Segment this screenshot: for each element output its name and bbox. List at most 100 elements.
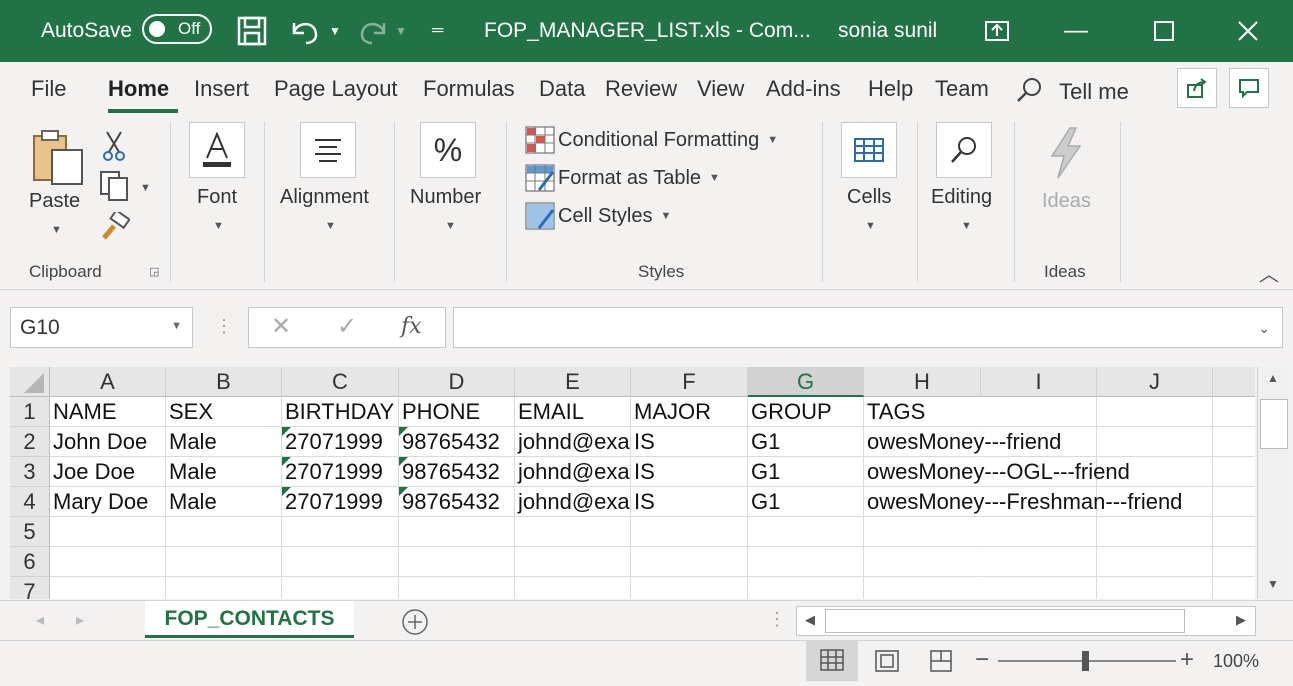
cell[interactable]: IS — [631, 487, 748, 517]
name-box-dropdown-icon[interactable]: ▼ — [171, 320, 182, 332]
horizontal-scroll-thumb[interactable] — [825, 609, 1185, 633]
spreadsheet-grid[interactable]: A B C D E F G H I J 1 NAME SEX BIRTHDAY PHONE EMAIL MAJO… — [10, 367, 1255, 599]
zoom-in-icon[interactable]: + — [1180, 646, 1194, 674]
cell[interactable] — [864, 547, 981, 577]
column-header-b[interactable]: B — [166, 367, 282, 397]
cell[interactable]: BIRTHDAY — [282, 397, 399, 427]
tab-splitter-icon[interactable]: ⋮ — [768, 609, 786, 630]
cell[interactable]: owesMoney---OGL---friend — [864, 457, 1130, 487]
column-header-f[interactable]: F — [631, 367, 748, 397]
cell[interactable]: owesMoney---Freshman---friend — [864, 487, 1182, 517]
select-all-corner[interactable] — [10, 367, 50, 397]
row-header[interactable]: 1 — [10, 397, 50, 427]
alignment-icon[interactable] — [300, 122, 356, 178]
copy-dropdown-icon[interactable]: ▼ — [140, 182, 151, 194]
cell[interactable] — [1097, 517, 1213, 547]
tab-formulas[interactable]: Formulas — [423, 76, 515, 102]
tab-review[interactable]: Review — [605, 76, 677, 102]
customize-toolbar-icon[interactable]: ═ — [432, 0, 443, 62]
cell[interactable] — [1097, 577, 1213, 599]
tab-data[interactable]: Data — [539, 76, 585, 102]
cell[interactable] — [1213, 577, 1255, 599]
close-icon[interactable] — [1237, 0, 1259, 62]
percent-icon[interactable]: % — [420, 122, 476, 178]
scroll-left-icon[interactable]: ◀ — [805, 612, 815, 628]
cell[interactable]: GROUP — [748, 397, 864, 427]
cell[interactable] — [1213, 547, 1255, 577]
page-break-view-icon[interactable] — [929, 650, 953, 677]
cell[interactable] — [1097, 547, 1213, 577]
vertical-scrollbar[interactable]: ▲ ▼ — [1257, 367, 1289, 599]
cells-button[interactable]: Cells — [847, 186, 891, 209]
column-header-e[interactable]: E — [515, 367, 631, 397]
cell[interactable] — [515, 577, 631, 599]
ribbon-display-options-icon[interactable] — [984, 0, 1010, 62]
column-header-d[interactable]: D — [399, 367, 515, 397]
column-header-k[interactable] — [1213, 367, 1255, 397]
alignment-button[interactable]: Alignment — [280, 186, 369, 209]
cell[interactable] — [981, 577, 1097, 599]
cell[interactable] — [631, 577, 748, 599]
tab-help[interactable]: Help — [868, 76, 913, 102]
cell[interactable] — [981, 517, 1097, 547]
cell[interactable] — [631, 547, 748, 577]
cell[interactable] — [1097, 397, 1213, 427]
cell[interactable]: 98765432 — [399, 457, 515, 487]
cells-dropdown-icon[interactable]: ▼ — [865, 220, 876, 232]
row-header[interactable]: 2 — [10, 427, 50, 457]
number-dropdown-icon[interactable]: ▼ — [445, 220, 456, 232]
cell[interactable] — [399, 577, 515, 599]
formula-input[interactable]: ⌄ — [453, 307, 1283, 348]
cell[interactable]: owesMoney---friend — [864, 427, 1061, 457]
copy-icon[interactable] — [99, 170, 131, 207]
format-painter-icon[interactable] — [100, 208, 131, 247]
save-icon[interactable] — [236, 0, 268, 62]
insert-function-icon[interactable]: fx — [401, 314, 422, 339]
cell[interactable] — [748, 547, 864, 577]
paste-dropdown-icon[interactable]: ▼ — [51, 224, 62, 236]
next-sheet-icon[interactable]: ▸ — [76, 610, 84, 630]
cell[interactable]: johnd@example.com — [515, 457, 631, 487]
vertical-scroll-thumb[interactable] — [1260, 399, 1288, 449]
tab-insert[interactable]: Insert — [194, 76, 249, 102]
cell[interactable] — [399, 517, 515, 547]
share-button[interactable] — [1177, 68, 1217, 108]
cell[interactable]: G1 — [748, 457, 864, 487]
font-dropdown-icon[interactable]: ▼ — [213, 220, 224, 232]
scroll-down-icon[interactable]: ▼ — [1267, 577, 1279, 591]
cell[interactable] — [631, 517, 748, 547]
tab-page-layout[interactable]: Page Layout — [274, 76, 398, 102]
comments-button[interactable] — [1229, 68, 1269, 108]
paste-icon[interactable] — [30, 128, 86, 191]
cell[interactable] — [1213, 487, 1255, 517]
minimize-icon[interactable]: — — [1064, 0, 1088, 62]
editing-button[interactable]: Editing — [931, 186, 992, 209]
number-button[interactable]: Number — [410, 186, 481, 209]
column-header-g[interactable]: G — [748, 367, 864, 397]
normal-view-button[interactable] — [806, 641, 858, 681]
editing-icon[interactable] — [936, 122, 992, 178]
cell[interactable] — [1213, 457, 1255, 487]
cell[interactable]: G1 — [748, 427, 864, 457]
cell[interactable] — [282, 517, 399, 547]
editing-dropdown-icon[interactable]: ▼ — [961, 220, 972, 232]
user-name[interactable]: sonia sunil — [838, 0, 937, 62]
row-header[interactable]: 6 — [10, 547, 50, 577]
cell[interactable] — [1213, 397, 1255, 427]
name-box[interactable]: G10 ▼ — [10, 307, 193, 348]
cell[interactable]: 98765432 — [399, 487, 515, 517]
conditional-formatting-button[interactable]: Conditional Formatting ▼ — [525, 126, 778, 154]
cell[interactable] — [282, 577, 399, 599]
tell-me-search[interactable]: Tell me — [1015, 76, 1129, 105]
autosave-toggle[interactable]: Off — [142, 14, 212, 44]
page-layout-view-icon[interactable] — [874, 650, 900, 677]
column-header-a[interactable]: A — [50, 367, 166, 397]
cell[interactable] — [166, 547, 282, 577]
scroll-up-icon[interactable]: ▲ — [1267, 371, 1279, 385]
cut-icon[interactable] — [101, 130, 127, 167]
cell[interactable]: NAME — [50, 397, 166, 427]
cell[interactable]: Male — [166, 487, 282, 517]
row-header[interactable]: 4 — [10, 487, 50, 517]
cell[interactable] — [166, 517, 282, 547]
expand-formula-bar-icon[interactable]: ⌄ — [1258, 320, 1270, 337]
